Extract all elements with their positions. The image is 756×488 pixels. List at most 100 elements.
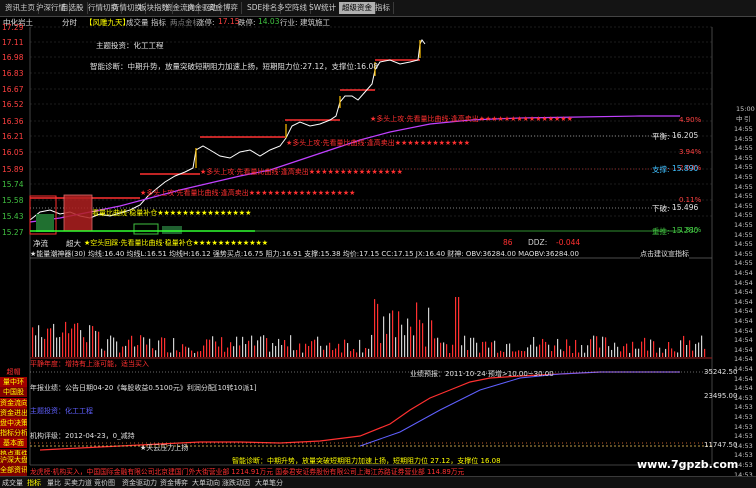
volume-bar xyxy=(515,351,517,357)
lower-line-4: 机构评级：2012-04-23，0_减持 xyxy=(30,432,135,440)
sidebar-item[interactable]: 全部资讯 xyxy=(0,465,27,475)
volume-bar xyxy=(374,299,376,357)
volume-bar xyxy=(431,320,433,357)
volume-bar xyxy=(350,351,352,357)
volume-bar xyxy=(635,348,637,357)
volume-bar xyxy=(284,340,286,357)
sidebar-item[interactable]: 超帽 xyxy=(0,367,27,377)
sidebar-item[interactable]: 盘中决策 xyxy=(0,418,27,428)
volume-bar xyxy=(647,350,649,357)
volume-bar xyxy=(485,341,487,357)
volume-bar xyxy=(146,344,148,357)
volume-bar xyxy=(53,323,55,357)
volume-bar xyxy=(38,325,40,357)
tick-time: 14:53 xyxy=(734,403,753,412)
volume-bar xyxy=(137,345,139,357)
volume-bar xyxy=(305,343,307,357)
tick-panel-label: 中 xyxy=(736,115,743,123)
volume-bar xyxy=(395,337,397,357)
volume-bar xyxy=(116,341,118,357)
tooltip-hint[interactable]: 点击建议宣指标 xyxy=(640,249,689,259)
volume-bar xyxy=(476,342,478,357)
tick-time: 14:55 xyxy=(734,173,753,181)
volume-bar xyxy=(623,346,625,357)
volume-bar xyxy=(71,328,73,357)
volume-bar xyxy=(479,352,481,357)
volume-bar xyxy=(128,339,130,357)
ddz-value: -0.044 xyxy=(556,238,581,247)
volume-bar xyxy=(209,339,211,357)
volume-bar xyxy=(32,327,34,357)
volume-bar xyxy=(560,349,562,357)
volume-bar xyxy=(458,297,460,357)
volume-bar xyxy=(509,343,511,357)
volume-bar xyxy=(419,319,421,357)
volume-bar xyxy=(104,350,106,357)
volume-bar xyxy=(44,338,46,357)
level-zhusheng-label: 重推: xyxy=(652,227,670,236)
volume-bar xyxy=(680,340,682,357)
sidebar-item[interactable]: 资金进出 xyxy=(0,407,27,418)
volume-bar xyxy=(671,348,673,357)
volume-bar xyxy=(182,344,184,357)
volume-bar xyxy=(35,335,37,357)
volume-bar xyxy=(530,344,532,357)
volume-bar xyxy=(251,335,253,357)
ddz-number: 86 xyxy=(503,238,513,247)
signal-text: ★多头上攻·先看量比曲线·逢高卖出★★★★★★★★★★★★★★★ xyxy=(370,115,573,123)
volume-bar xyxy=(275,345,277,357)
tick-list-panel: 中引 15:00 14:55 14:55 14:55 14:55 14:55 14:55 14:… xyxy=(730,105,756,487)
sidebar-item[interactable]: 资金流向 xyxy=(0,397,27,408)
volume-bar xyxy=(335,348,337,357)
volume-bar xyxy=(65,321,67,357)
volume-bar xyxy=(494,340,496,357)
price-tick-label: 17.29 xyxy=(2,23,24,32)
sidebar-item[interactable]: 量中环 xyxy=(0,377,27,388)
level-zhicheng-value: 15.890 xyxy=(672,164,699,173)
volume-bar xyxy=(668,342,670,357)
volume-bar xyxy=(575,339,577,357)
volume-bar xyxy=(308,345,310,357)
volume-bar xyxy=(317,336,319,357)
sidebar-item[interactable]: 指标分析 xyxy=(0,428,27,439)
sidebar-item[interactable]: 中国股 xyxy=(0,387,27,398)
volume-indicator-header: ★能量潮神器(30) 均线:16.40 均线L:16.51 均线H:16.12 … xyxy=(30,250,579,258)
volume-bar xyxy=(407,318,409,357)
volume-bar xyxy=(674,351,676,357)
volume-bar xyxy=(581,345,583,357)
price-tick-label: 16.67 xyxy=(2,85,24,94)
tick-time: 14:54 xyxy=(734,307,753,316)
volume-bar xyxy=(416,302,418,357)
volume-bar xyxy=(68,333,70,357)
tick-time: 14:53 xyxy=(734,422,753,431)
tick-time: 14:54 xyxy=(734,288,753,297)
volume-bar xyxy=(554,345,556,357)
volume-bar xyxy=(170,352,172,357)
volume-bar xyxy=(413,335,415,357)
volume-bar xyxy=(326,345,328,357)
volume-bar xyxy=(551,351,553,357)
volume-bar xyxy=(683,335,685,357)
volume-bar xyxy=(287,346,289,357)
tick-panel-label: 15:00 xyxy=(736,105,755,113)
tick-time: 14:53 xyxy=(734,413,753,421)
signal-text: 看量比曲线·稳量补仓★★★★★★★★★★★★★★★ xyxy=(92,209,252,217)
volume-bar xyxy=(659,347,661,357)
volume-bar xyxy=(482,341,484,357)
volume-bar xyxy=(203,345,205,357)
sidebar-item[interactable]: 基本面 xyxy=(0,438,27,449)
volume-bar xyxy=(302,352,304,357)
volume-bar xyxy=(677,352,679,357)
price-tick-label: 16.36 xyxy=(2,117,24,126)
volume-bar xyxy=(323,349,325,357)
volume-bar xyxy=(164,338,166,357)
volume-bar xyxy=(533,336,535,357)
tick-time: 14:55 xyxy=(734,144,753,153)
volume-bar xyxy=(329,342,331,357)
tick-panel-label: 引 xyxy=(744,115,751,123)
volume-bar xyxy=(149,338,151,357)
volume-bar xyxy=(119,352,121,357)
volume-bar xyxy=(590,339,592,357)
sidebar-item[interactable]: 沪深大盘 xyxy=(0,455,27,465)
volume-bar xyxy=(401,324,403,357)
